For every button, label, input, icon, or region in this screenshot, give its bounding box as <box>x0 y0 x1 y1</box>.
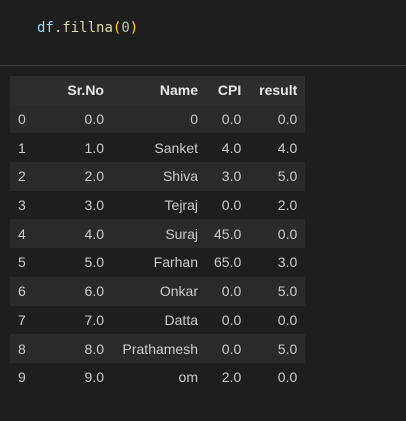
cell-cpi: 2.0 <box>221 369 242 386</box>
cell-name: Datta <box>164 311 198 328</box>
table-row: 7 7.0 Datta 0.0 0.0 <box>10 305 306 335</box>
row-index: 4 <box>18 225 26 242</box>
table-row: 1 1.0 Sanket 4.0 4.0 <box>10 133 306 163</box>
cell-result: 0.0 <box>277 369 298 386</box>
row-index: 3 <box>18 197 26 214</box>
cell-srno: 5.0 <box>84 254 104 271</box>
cell-cpi: 0.0 <box>221 283 242 300</box>
row-index: 5 <box>18 254 26 271</box>
cell-srno: 9.0 <box>84 369 104 386</box>
cell-name: 0 <box>190 111 198 128</box>
code-cell[interactable]: df.fillna(0) <box>0 0 406 66</box>
column-header-srno: Sr.No <box>46 76 112 105</box>
column-header-index <box>10 76 46 105</box>
notebook-page: df.fillna(0) Sr.No Name CPI result 0 0.0… <box>0 0 406 421</box>
cell-result: 5.0 <box>277 340 298 357</box>
cell-name: Prathamesh <box>122 340 198 357</box>
cell-srno: 4.0 <box>84 225 104 242</box>
cell-cpi: 0.0 <box>221 340 242 357</box>
row-index: 9 <box>18 369 26 386</box>
code-argument: 0 <box>121 20 130 36</box>
cell-result: 3.0 <box>277 254 298 271</box>
dataframe-table: Sr.No Name CPI result 0 0.0 0 0.0 0.0 1 … <box>10 76 306 392</box>
cell-srno: 6.0 <box>84 283 104 300</box>
cell-result: 2.0 <box>277 197 298 214</box>
row-index: 0 <box>18 111 26 128</box>
table-row: 8 8.0 Prathamesh 0.0 5.0 <box>10 334 306 363</box>
cell-result: 5.0 <box>277 283 298 300</box>
cell-name: Onkar <box>159 283 198 300</box>
table-row: 4 4.0 Suraj 45.0 0.0 <box>10 219 306 249</box>
cell-srno: 1.0 <box>84 139 104 156</box>
cell-cpi: 0.0 <box>221 197 242 214</box>
row-index: 8 <box>18 340 26 357</box>
code-variable: df <box>37 20 54 36</box>
table-row: 9 9.0 om 2.0 0.0 <box>10 362 306 392</box>
cell-cpi: 3.0 <box>221 168 242 185</box>
code-line[interactable]: df.fillna(0) <box>37 19 138 37</box>
cell-cpi: 0.0 <box>221 311 242 328</box>
cell-srno: 3.0 <box>84 197 104 214</box>
table-row: 5 5.0 Farhan 65.0 3.0 <box>10 248 306 277</box>
table-row: 0 0.0 0 0.0 0.0 <box>10 104 306 134</box>
column-header-name: Name <box>112 76 206 105</box>
cell-name: Suraj <box>165 225 198 242</box>
cell-cpi: 4.0 <box>221 139 242 156</box>
cell-name: om <box>178 369 198 386</box>
cell-name: Tejraj <box>164 197 198 214</box>
code-function: fillna <box>62 20 113 36</box>
column-header-result: result <box>249 76 306 105</box>
cell-srno: 0.0 <box>84 111 104 128</box>
cell-cpi: 65.0 <box>214 254 242 271</box>
cell-name: Shiva <box>162 168 198 185</box>
row-index: 6 <box>18 283 26 300</box>
row-index: 7 <box>18 311 26 328</box>
row-index: 1 <box>18 139 26 156</box>
cell-name: Farhan <box>153 254 198 271</box>
cell-srno: 2.0 <box>84 168 104 185</box>
cell-cpi: 45.0 <box>214 225 242 242</box>
cell-srno: 8.0 <box>84 340 104 357</box>
table-row: 2 2.0 Shiva 3.0 5.0 <box>10 162 306 191</box>
cell-name: Sanket <box>154 139 198 156</box>
cell-result: 0.0 <box>277 225 298 242</box>
cell-cpi: 0.0 <box>221 111 242 128</box>
column-header-cpi: CPI <box>206 76 250 105</box>
cell-srno: 7.0 <box>84 311 104 328</box>
table-row: 3 3.0 Tejraj 0.0 2.0 <box>10 190 306 220</box>
row-index: 2 <box>18 168 26 185</box>
code-close-paren: ) <box>129 20 139 36</box>
cell-result: 5.0 <box>277 168 298 185</box>
cell-result: 4.0 <box>277 139 298 156</box>
table-header-row: Sr.No Name CPI result <box>10 76 306 105</box>
cell-output: Sr.No Name CPI result 0 0.0 0 0.0 0.0 1 … <box>0 66 406 421</box>
cell-result: 0.0 <box>277 111 298 128</box>
table-row: 6 6.0 Onkar 0.0 5.0 <box>10 276 306 306</box>
cell-result: 0.0 <box>277 311 298 328</box>
